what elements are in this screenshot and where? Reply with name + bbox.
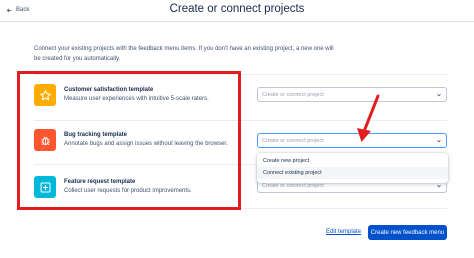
template-tile: [34, 129, 56, 151]
template-description: Annotate bugs and assign issues without …: [64, 141, 228, 147]
annotation-arrow-icon: [357, 94, 380, 142]
template-tile: [34, 84, 56, 106]
template-title: Feature request template: [64, 179, 136, 185]
select-placeholder: Create or connect project: [262, 182, 324, 189]
chevron-down-icon: [437, 94, 441, 97]
template-row-feature-request: Feature request template Collect user re…: [34, 174, 244, 200]
template-description: Measure user experiences with intuitive …: [64, 96, 209, 102]
project-dropdown-menu: Create new project Connect existing proj…: [257, 153, 448, 183]
chevron-down-icon: [437, 140, 441, 143]
chevron-down-icon: [437, 185, 441, 188]
row-divider: [34, 120, 447, 121]
row-divider: [34, 74, 447, 75]
star-icon: [39, 89, 51, 100]
template-row-bug-tracking: Bug tracking template Annotate bugs and …: [34, 127, 244, 153]
create-feedback-menu-button[interactable]: Create new feedback menu: [368, 225, 447, 240]
template-title: Bug tracking template: [64, 132, 128, 138]
intro-text: Connect your existing projects with the …: [34, 46, 334, 62]
option-connect-existing-project[interactable]: Connect existing project: [257, 167, 448, 179]
edit-template-link[interactable]: Edit template: [326, 229, 361, 235]
page-title: Create or connect projects: [169, 3, 305, 15]
project-select-customer-satisfaction[interactable]: Create or connect project: [257, 87, 447, 102]
bug-icon: [40, 136, 50, 145]
select-placeholder: Create or connect project: [262, 91, 324, 98]
option-create-new-project[interactable]: Create new project: [257, 155, 448, 167]
template-row-customer-satisfaction: Customer satisfaction template Measure u…: [34, 82, 244, 108]
top-bar: Back Create or connect projects: [0, 0, 474, 22]
project-select-bug-tracking[interactable]: Create or connect project: [257, 133, 447, 148]
template-tile: [34, 176, 56, 198]
select-placeholder: Create or connect project: [262, 137, 324, 144]
row-divider: [34, 208, 447, 209]
plus-square-icon: [40, 182, 50, 192]
template-description: Collect user requests for product improv…: [64, 188, 192, 194]
template-title: Customer satisfaction template: [64, 87, 154, 93]
